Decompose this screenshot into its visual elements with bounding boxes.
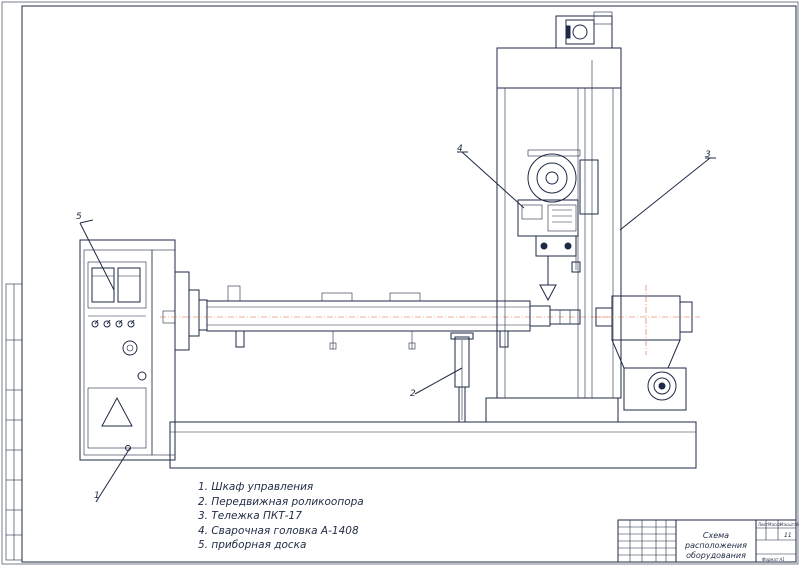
sheet-count: 11 (784, 532, 792, 539)
legend-item: 2. Передвижная роликоопора (198, 495, 364, 508)
equipment-legend: 1. Шкаф управления 2. Передвижная ролико… (198, 480, 364, 553)
callout-numbers: 1 2 3 4 5 (76, 144, 711, 501)
left-margin-strip (5, 283, 23, 561)
tailstock-drive (595, 285, 700, 411)
legend-item: 5. приборная доска (198, 539, 307, 551)
format-label: Формат А1 (762, 557, 785, 562)
welding-head (517, 149, 599, 302)
workpiece-pipe (206, 285, 610, 350)
header-scale: Масштаб (780, 522, 800, 527)
legend-item: 3. Тележка ПКТ-17 (198, 510, 302, 522)
callout-2: 2 (410, 389, 416, 399)
roller-support (450, 332, 474, 423)
outer-frame (1, 1, 799, 565)
drawing-sheet: 1 2 3 4 5 Лист Масса Масштаб 11 Формат А… (1, 1, 800, 565)
drawing-title: Схема расположения оборудования (685, 531, 747, 560)
legend-item: 4. Сварочная головка А-1408 (198, 524, 359, 537)
inner-frame (21, 5, 797, 563)
control-cabinet (79, 239, 176, 461)
callout-4: 4 (457, 144, 463, 154)
callout-1: 1 (94, 491, 100, 501)
base-frame (169, 397, 697, 469)
callout-5: 5 (76, 212, 82, 222)
callout-3: 3 (705, 150, 711, 160)
headstock (160, 271, 208, 351)
legend-item: 1. Шкаф управления (198, 481, 314, 493)
